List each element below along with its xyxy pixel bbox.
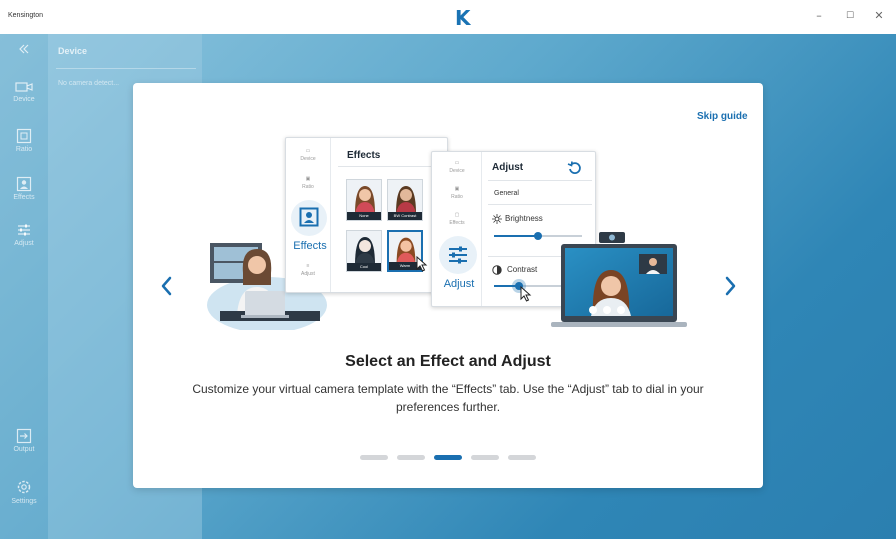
- brightness-label: Brightness: [505, 214, 543, 223]
- page-dot-3[interactable]: [434, 455, 462, 460]
- thumbnail-cool: Cool: [346, 230, 382, 272]
- sidebar-item-label: Ratio: [15, 146, 33, 153]
- effects-card: ▭ Device ▣ Ratio Effects ≡ Adjust Effect…: [285, 137, 448, 293]
- app-name: Kensington: [8, 12, 44, 19]
- kensington-logo: K: [455, 6, 471, 30]
- brightness-icon: [492, 214, 502, 224]
- skip-guide-link[interactable]: Skip guide: [697, 111, 748, 122]
- page-dot-5[interactable]: [508, 455, 536, 460]
- effects-icon: [299, 207, 319, 227]
- cursor-icon: [520, 286, 532, 302]
- mini-label: Device: [449, 168, 465, 174]
- mini-label: Device: [300, 156, 316, 162]
- title-bar: Kensington K – ☐ ✕: [0, 0, 896, 34]
- page-dot-1[interactable]: [360, 455, 388, 460]
- thumbnail-caption: None: [347, 212, 381, 220]
- maximize-button[interactable]: ☐: [843, 9, 857, 23]
- sidebar-item-effects[interactable]: Effects: [0, 176, 48, 201]
- mini-label: Ratio: [451, 194, 463, 200]
- adjust-card-title: Adjust: [492, 162, 524, 173]
- camera-icon: [15, 82, 33, 92]
- thumbnail-caption: Cool: [347, 263, 381, 271]
- adjust-icon: [18, 224, 30, 236]
- mini-adjust-icon: ≡: [306, 263, 310, 269]
- effects-nav-label: Effects: [293, 240, 327, 252]
- close-button[interactable]: ✕: [872, 9, 886, 23]
- mini-effects-icon: ▢: [454, 212, 460, 218]
- mini-camera-icon: ▭: [305, 148, 311, 154]
- sidebar-item-output[interactable]: Output: [0, 428, 48, 453]
- guide-description: Customize your virtual camera template w…: [192, 382, 704, 414]
- mini-ratio-icon: ▣: [454, 186, 460, 192]
- mini-label: Adjust: [301, 271, 315, 277]
- effects-card-title: Effects: [347, 150, 381, 161]
- guide-heading: Select an Effect and Adjust: [345, 353, 551, 370]
- sidebar-item-label: Output: [13, 446, 35, 453]
- next-arrow-icon[interactable]: [722, 274, 738, 298]
- effects-icon: [16, 176, 32, 192]
- sidebar-item-label: Effects: [13, 194, 35, 201]
- panel-subtitle: No camera detect...: [58, 80, 120, 87]
- page-dot-2[interactable]: [397, 455, 425, 460]
- laptop-video-call-illustration: [551, 232, 687, 327]
- output-icon: [16, 428, 32, 444]
- mini-ratio-icon: ▣: [305, 176, 311, 182]
- sidebar: [0, 34, 48, 539]
- sidebar-item-device[interactable]: Device: [0, 80, 48, 103]
- sidebar-item-ratio[interactable]: Ratio: [0, 128, 48, 153]
- sidebar-item-label: Settings: [11, 498, 37, 505]
- cursor-icon: [416, 256, 428, 272]
- guide-illustration: ▭ Device ▣ Ratio Effects ≡ Adjust Effect…: [205, 135, 695, 330]
- mini-label: Ratio: [302, 184, 314, 190]
- sidebar-item-label: Device: [13, 96, 35, 103]
- gear-icon: [17, 480, 31, 494]
- contrast-icon: [492, 265, 502, 275]
- collapse-sidebar-button[interactable]: [0, 42, 48, 56]
- sidebar-item-settings[interactable]: Settings: [0, 478, 48, 505]
- mini-camera-icon: ▭: [454, 160, 460, 166]
- general-section-label: General: [494, 190, 519, 197]
- thumbnail-bw-contrast: BW Contrast: [387, 179, 423, 221]
- mini-label: Effects: [449, 220, 465, 226]
- page-dot-4[interactable]: [471, 455, 499, 460]
- reset-icon: [567, 161, 581, 174]
- ratio-icon: [16, 128, 32, 144]
- thumbnail-none: None: [346, 179, 382, 221]
- sidebar-item-adjust[interactable]: Adjust: [0, 222, 48, 247]
- panel-divider: [56, 68, 196, 69]
- previous-arrow-icon[interactable]: [159, 274, 175, 298]
- adjust-icon: [449, 246, 467, 264]
- minimize-button[interactable]: –: [812, 9, 826, 23]
- thumbnail-caption: BW Contrast: [388, 212, 422, 220]
- panel-title: Device: [58, 46, 88, 56]
- double-chevron-left-icon: [19, 44, 29, 54]
- adjust-nav-label: Adjust: [443, 278, 475, 290]
- sidebar-item-label: Adjust: [14, 240, 34, 247]
